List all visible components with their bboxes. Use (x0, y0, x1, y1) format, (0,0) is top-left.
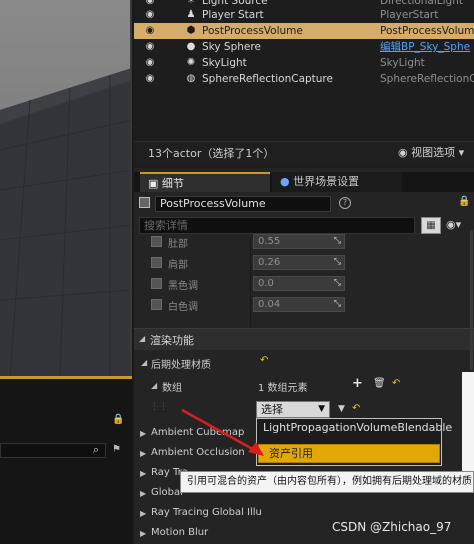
watermark: CSDN @Zhichao_97 (332, 520, 452, 534)
tooltip: 引用可混合的资产（由内容包所有），例如拥有后期处理域的材质 (180, 471, 474, 493)
annotation-arrow (181, 408, 264, 456)
